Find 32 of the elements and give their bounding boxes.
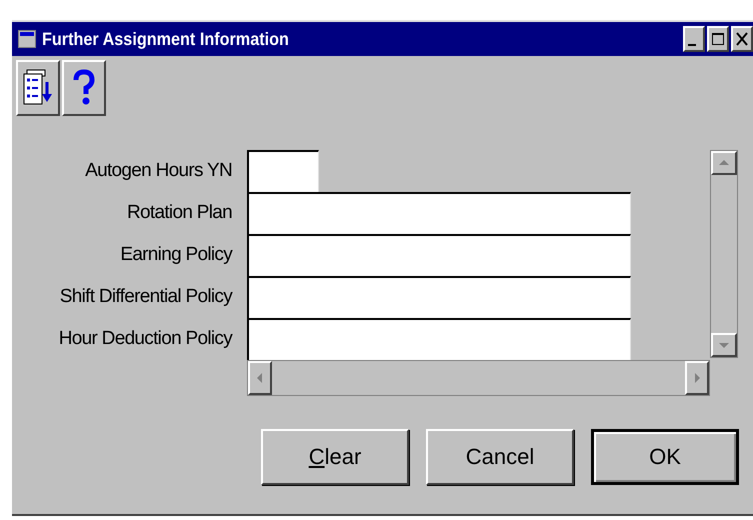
up-arrow-icon bbox=[718, 159, 730, 167]
scroll-down-button[interactable] bbox=[711, 333, 737, 357]
maximize-button[interactable] bbox=[707, 26, 729, 52]
dialog-button[interactable]: Clear bbox=[261, 429, 409, 485]
input-field[interactable] bbox=[247, 192, 631, 234]
help-button[interactable] bbox=[62, 60, 106, 116]
window-icon bbox=[18, 30, 36, 48]
window-title: Further Assignment Information bbox=[42, 28, 290, 50]
field-label: Shift Differential Policy bbox=[58, 286, 234, 308]
field-label: Rotation Plan bbox=[126, 202, 233, 224]
down-arrow-icon bbox=[718, 341, 730, 349]
minimize-icon bbox=[688, 44, 696, 46]
scroll-left-button[interactable] bbox=[248, 361, 272, 395]
dialog-button[interactable]: OK bbox=[591, 429, 739, 485]
input-field[interactable] bbox=[247, 276, 631, 318]
horizontal-scrollbar[interactable] bbox=[247, 360, 710, 396]
dialog-button[interactable]: Cancel bbox=[426, 429, 574, 485]
field-label: Autogen Hours YN bbox=[84, 160, 233, 182]
scroll-right-button[interactable] bbox=[685, 361, 709, 395]
close-button[interactable] bbox=[731, 26, 753, 52]
field-label: Hour Deduction Policy bbox=[58, 328, 234, 350]
minimize-button[interactable] bbox=[683, 26, 705, 52]
input-field[interactable] bbox=[247, 150, 319, 192]
close-icon bbox=[734, 30, 750, 48]
field-label: Earning Policy bbox=[119, 244, 234, 266]
right-arrow-icon bbox=[693, 372, 701, 384]
input-field[interactable] bbox=[247, 318, 631, 360]
sort-list-button[interactable] bbox=[16, 60, 60, 116]
left-arrow-icon bbox=[256, 372, 264, 384]
scroll-up-button[interactable] bbox=[711, 151, 737, 175]
input-field[interactable] bbox=[247, 234, 631, 276]
vertical-scrollbar[interactable] bbox=[710, 150, 738, 358]
